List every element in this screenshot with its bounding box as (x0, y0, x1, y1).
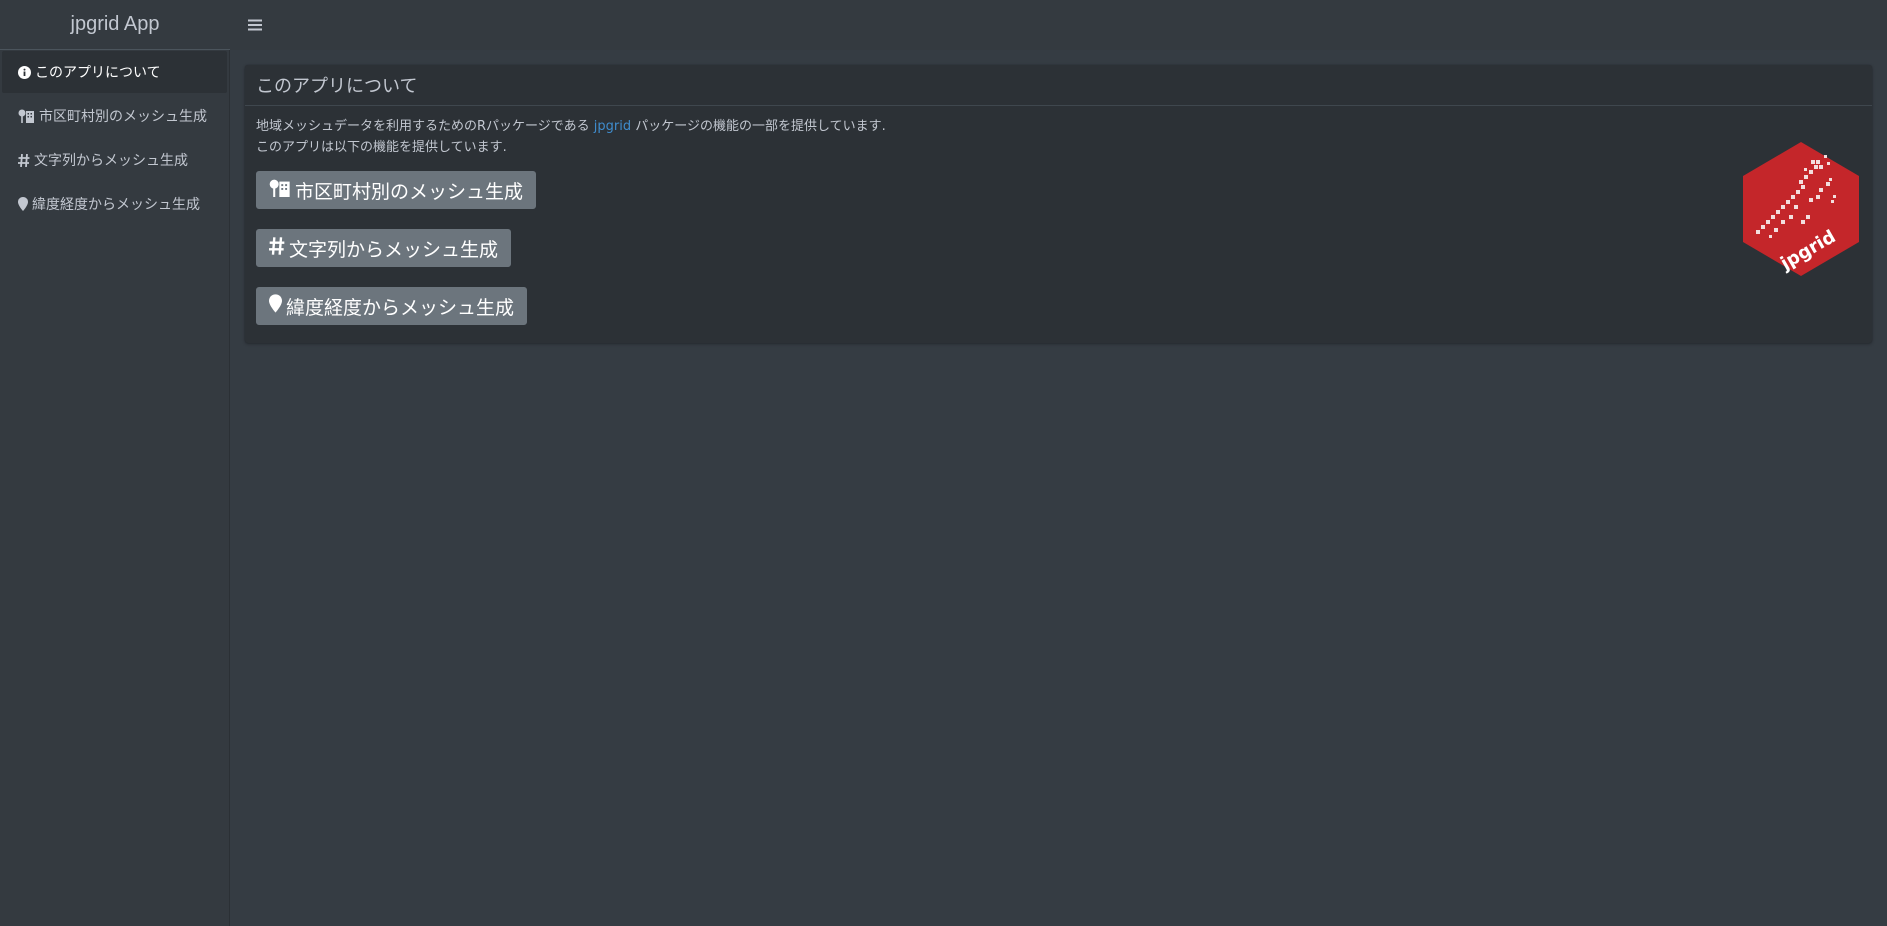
sidebar-item-string-mesh[interactable]: 文字列からメッシュ生成 (2, 139, 227, 181)
sidebar-item-label: 市区町村別のメッシュ生成 (39, 109, 207, 125)
brand-logo[interactable]: jpgrid App (0, 0, 230, 50)
jpgrid-link[interactable]: jpgrid (594, 119, 631, 134)
jpgrid-hex-logo: jpgrid (1743, 142, 1859, 276)
sidebar-item-label: 文字列からメッシュ生成 (34, 153, 188, 169)
sidebar: このアプリについて 市区町村別のメッシュ生成 文字列からメッシュ生成 緯度経度か… (0, 50, 230, 926)
info-circle-icon (18, 65, 31, 79)
button-label: 緯度経度からメッシュ生成 (286, 296, 515, 319)
sidebar-item-municipality-mesh[interactable]: 市区町村別のメッシュ生成 (2, 95, 227, 137)
sidebar-item-label: 緯度経度からメッシュ生成 (32, 197, 200, 213)
brand-text: jpgrid App (70, 13, 160, 35)
description-text: パッケージの機能の一部を提供しています. (635, 119, 886, 134)
sidebar-item-about[interactable]: このアプリについて (2, 51, 227, 93)
map-signs-icon (269, 179, 291, 202)
card-title: このアプリについて (245, 65, 1872, 106)
about-card: このアプリについて 地域メッシュデータを利用するためのRパッケージである jpg… (245, 65, 1872, 343)
button-label: 文字列からメッシュ生成 (289, 238, 499, 261)
sidebar-item-latlon-mesh[interactable]: 緯度経度からメッシュ生成 (2, 183, 227, 225)
button-label: 市区町村別のメッシュ生成 (295, 180, 524, 203)
bars-icon[interactable] (244, 14, 266, 36)
card-title-text: このアプリについて (256, 76, 418, 97)
top-navbar (230, 0, 1887, 50)
map-marker-icon (18, 197, 28, 211)
hashtag-icon (18, 153, 30, 167)
description-line-1: 地域メッシュデータを利用するためのRパッケージである jpgrid パッケージの… (256, 116, 1861, 137)
content-wrapper: このアプリについて 地域メッシュデータを利用するためのRパッケージである jpg… (230, 50, 1887, 926)
municipality-mesh-button[interactable]: 市区町村別のメッシュ生成 (256, 171, 537, 209)
description-line-2: このアプリは以下の機能を提供しています. (256, 140, 507, 155)
description-text: 地域メッシュデータを利用するためのRパッケージである (256, 119, 590, 134)
map-marker-icon (269, 294, 282, 318)
app-root: jpgrid App このアプリについて 市区町村別のメッシュ生成 文字列からメ… (0, 0, 1887, 926)
hashtag-icon (269, 236, 285, 260)
map-signs-icon (18, 109, 35, 123)
card-body: 地域メッシュデータを利用するためのRパッケージである jpgrid パッケージの… (245, 106, 1872, 335)
latlon-mesh-button[interactable]: 緯度経度からメッシュ生成 (256, 287, 528, 325)
string-mesh-button[interactable]: 文字列からメッシュ生成 (256, 229, 512, 267)
sidebar-item-label: このアプリについて (35, 65, 161, 81)
